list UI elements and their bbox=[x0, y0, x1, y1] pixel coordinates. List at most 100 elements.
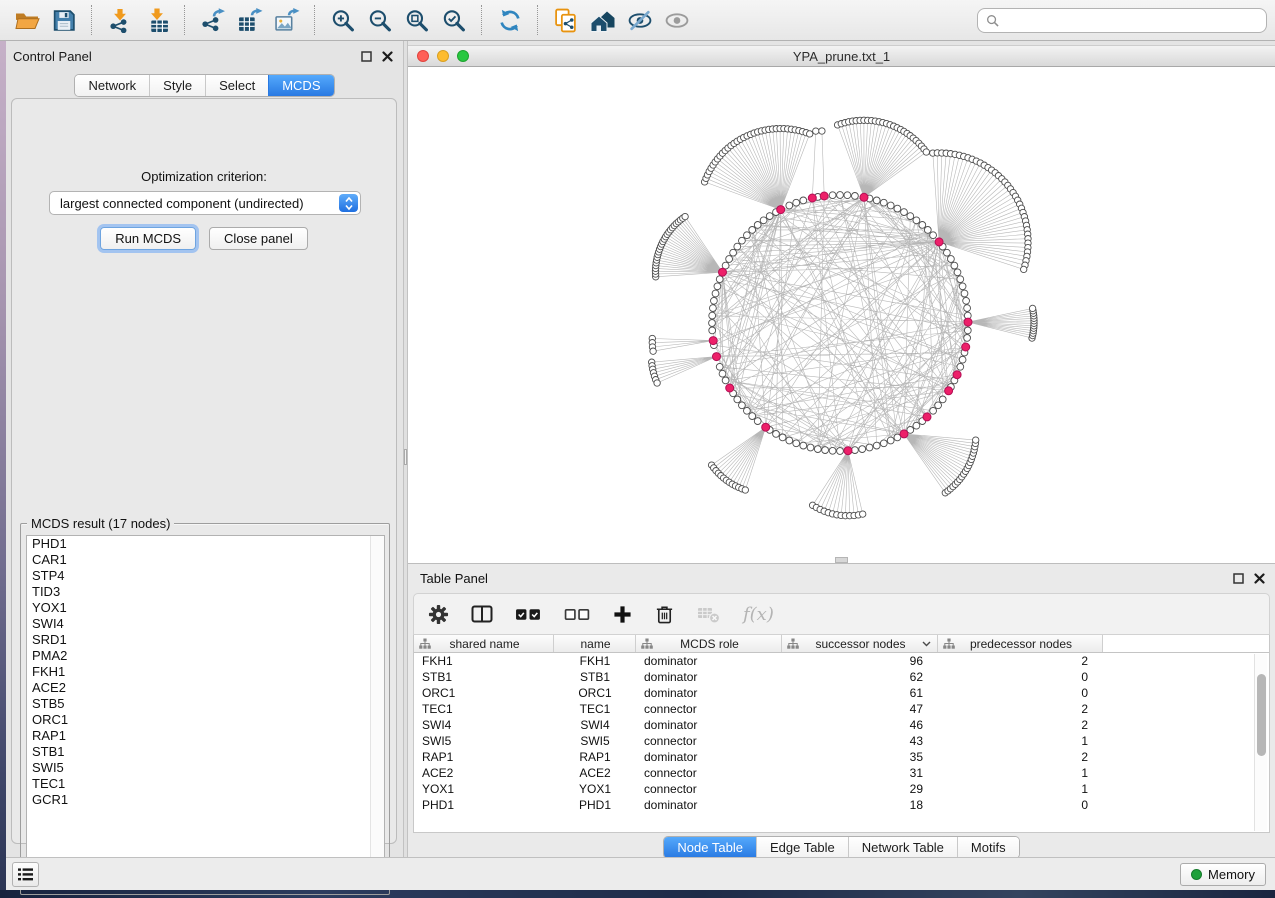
memory-button[interactable]: Memory bbox=[1180, 863, 1266, 886]
table-row[interactable]: YOX1YOX1connector291 bbox=[414, 781, 1269, 797]
graph-node[interactable] bbox=[709, 327, 716, 334]
graph-node[interactable] bbox=[829, 192, 836, 199]
tab-network[interactable]: Network bbox=[75, 75, 149, 96]
deselect-all-button[interactable] bbox=[564, 599, 591, 629]
graph-node[interactable] bbox=[709, 312, 716, 319]
table-scrollbar[interactable] bbox=[1254, 654, 1267, 831]
mcds-result-item[interactable]: PHD1 bbox=[27, 536, 384, 552]
graph-node[interactable] bbox=[822, 447, 829, 454]
graph-node[interactable] bbox=[760, 217, 767, 224]
mcds-result-item[interactable]: RAP1 bbox=[27, 728, 384, 744]
graph-node[interactable] bbox=[913, 217, 920, 224]
graph-node[interactable] bbox=[714, 283, 721, 290]
column-header-predecessor-nodes[interactable]: predecessor nodes bbox=[938, 635, 1103, 652]
graph-node[interactable] bbox=[919, 222, 926, 229]
table-scrollbar-thumb[interactable] bbox=[1257, 674, 1266, 756]
graph-node[interactable] bbox=[939, 396, 946, 403]
graph-node[interactable] bbox=[793, 199, 800, 206]
graph-leaf-node[interactable] bbox=[1029, 305, 1035, 311]
graph-node[interactable] bbox=[951, 262, 958, 269]
graph-node[interactable] bbox=[716, 363, 723, 370]
tab-edge-table[interactable]: Edge Table bbox=[756, 837, 848, 858]
graph-node[interactable] bbox=[734, 243, 741, 250]
graph-node[interactable] bbox=[880, 440, 887, 447]
tab-motifs[interactable]: Motifs bbox=[957, 837, 1019, 858]
hide-selected-button[interactable] bbox=[621, 3, 658, 37]
graph-node[interactable] bbox=[887, 202, 894, 209]
graph-mcds-node[interactable] bbox=[900, 430, 908, 438]
graph-node[interactable] bbox=[907, 213, 914, 220]
table-row[interactable]: ACE2ACE2connector311 bbox=[414, 765, 1269, 781]
network-canvas[interactable] bbox=[408, 67, 1275, 563]
save-session-button[interactable] bbox=[45, 3, 82, 37]
tab-mcds[interactable]: MCDS bbox=[268, 75, 333, 96]
table-row[interactable]: ORC1ORC1dominator610 bbox=[414, 685, 1269, 701]
graph-node[interactable] bbox=[859, 446, 866, 453]
column-header-name[interactable]: name bbox=[554, 635, 636, 652]
open-file-button[interactable] bbox=[8, 3, 45, 37]
close-panel-button[interactable]: Close panel bbox=[209, 227, 308, 250]
graph-node[interactable] bbox=[954, 269, 961, 276]
splitter-handle[interactable] bbox=[404, 449, 407, 465]
graph-leaf-node[interactable] bbox=[807, 131, 813, 137]
graph-node[interactable] bbox=[957, 363, 964, 370]
table-row[interactable]: RAP1RAP1dominator352 bbox=[414, 749, 1269, 765]
graph-node[interactable] bbox=[852, 193, 859, 200]
graph-mcds-node[interactable] bbox=[719, 268, 727, 276]
graph-node[interactable] bbox=[709, 320, 716, 327]
show-all-nodes-edges-button[interactable] bbox=[658, 3, 695, 37]
graph-node[interactable] bbox=[749, 227, 756, 234]
graph-node[interactable] bbox=[866, 444, 873, 451]
table-row[interactable]: PHD1PHD1dominator180 bbox=[414, 797, 1269, 813]
graph-node[interactable] bbox=[716, 276, 723, 283]
network-graph[interactable] bbox=[408, 67, 1275, 563]
graph-node[interactable] bbox=[844, 192, 851, 199]
graph-node[interactable] bbox=[852, 447, 859, 454]
graph-node[interactable] bbox=[873, 197, 880, 204]
graph-node[interactable] bbox=[964, 335, 971, 342]
graph-node[interactable] bbox=[964, 327, 971, 334]
graph-node[interactable] bbox=[773, 431, 780, 438]
add-column-button[interactable] bbox=[613, 599, 632, 629]
graph-node[interactable] bbox=[719, 370, 726, 377]
graph-node[interactable] bbox=[961, 290, 968, 297]
graph-node[interactable] bbox=[930, 407, 937, 414]
graph-node[interactable] bbox=[710, 305, 717, 312]
graph-mcds-node[interactable] bbox=[935, 238, 943, 246]
mcds-result-item[interactable]: FKH1 bbox=[27, 664, 384, 680]
graph-node[interactable] bbox=[829, 447, 836, 454]
graph-node[interactable] bbox=[963, 297, 970, 304]
table-row[interactable]: SWI4SWI4dominator462 bbox=[414, 717, 1269, 733]
delete-columns-button[interactable] bbox=[654, 599, 675, 629]
graph-node[interactable] bbox=[837, 192, 844, 199]
mcds-result-item[interactable]: ORC1 bbox=[27, 712, 384, 728]
column-header-mcds-role[interactable]: MCDS role bbox=[636, 635, 782, 652]
zoom-in-button[interactable] bbox=[324, 3, 361, 37]
graph-node[interactable] bbox=[744, 232, 751, 239]
graph-mcds-node[interactable] bbox=[713, 353, 721, 361]
tab-network-table[interactable]: Network Table bbox=[848, 837, 957, 858]
graph-node[interactable] bbox=[734, 396, 741, 403]
graph-node[interactable] bbox=[730, 249, 737, 256]
graph-mcds-node[interactable] bbox=[709, 337, 717, 345]
graph-node[interactable] bbox=[726, 256, 733, 263]
graph-node[interactable] bbox=[935, 402, 942, 409]
graph-leaf-node[interactable] bbox=[813, 128, 819, 134]
zoom-out-button[interactable] bbox=[361, 3, 398, 37]
tab-node-table[interactable]: Node Table bbox=[664, 837, 756, 858]
result-list-scrollbar[interactable] bbox=[370, 536, 384, 889]
float-panel-icon[interactable] bbox=[361, 51, 372, 62]
graph-mcds-node[interactable] bbox=[923, 413, 931, 421]
mcds-result-item[interactable]: STP4 bbox=[27, 568, 384, 584]
graph-leaf-node[interactable] bbox=[860, 511, 866, 517]
graph-node[interactable] bbox=[924, 227, 931, 234]
mcds-result-item[interactable]: TEC1 bbox=[27, 776, 384, 792]
export-image-button[interactable] bbox=[268, 3, 305, 37]
mcds-result-item[interactable]: CAR1 bbox=[27, 552, 384, 568]
graph-node[interactable] bbox=[959, 356, 966, 363]
graph-node[interactable] bbox=[880, 199, 887, 206]
tab-select[interactable]: Select bbox=[205, 75, 268, 96]
zoom-fit-content-button[interactable] bbox=[398, 3, 435, 37]
graph-node[interactable] bbox=[800, 442, 807, 449]
graph-node[interactable] bbox=[959, 283, 966, 290]
